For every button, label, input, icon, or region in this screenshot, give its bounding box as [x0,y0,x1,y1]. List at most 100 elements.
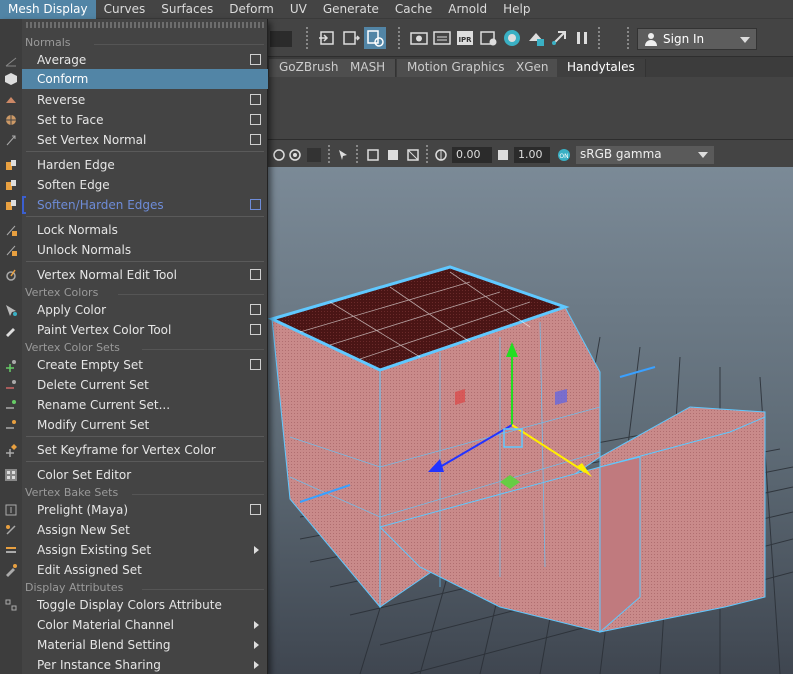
exposure-icon[interactable] [434,148,448,162]
option-box[interactable] [250,94,261,105]
bookmark-icon[interactable] [288,148,302,162]
ipr-icon[interactable]: IPR [456,29,474,47]
item-label: Delete Current Set [37,378,149,392]
menu-item-material-blend-setting[interactable]: Material Blend Setting [22,635,268,655]
item-label: Reverse [37,93,86,107]
menu-item-paint-vertex-color-tool[interactable]: Paint Vertex Color Tool [22,320,268,340]
menu-item-prelight[interactable]: Prelight (Maya) [22,500,268,520]
menu-deform[interactable]: Deform [221,0,282,19]
shelf-tab-motion-graphics[interactable]: Motion Graphics [397,59,516,77]
color-management-icon[interactable]: ON [557,148,571,162]
menu-item-conform[interactable]: Conform [22,69,268,89]
section-label: Vertex Bake Sets [25,486,119,499]
move-tool-icon[interactable] [318,29,336,47]
menu-item-modify-current-set[interactable]: Modify Current Set [22,415,268,435]
menu-generate[interactable]: Generate [315,0,387,19]
menu-tearoff[interactable] [26,22,264,28]
render-view-icon[interactable] [410,29,428,47]
shelf-tab-handytales[interactable]: Handytales [557,59,646,77]
item-label: Color Material Channel [37,618,174,632]
menu-item-set-keyframe-vertex-color[interactable]: Set Keyframe for Vertex Color [22,440,268,460]
menu-item-edit-assigned-set[interactable]: Edit Assigned Set [22,560,268,580]
menu-item-harden-edge[interactable]: Harden Edge [22,155,268,175]
status-field[interactable] [270,31,292,47]
option-box[interactable] [250,269,261,280]
menu-divider [26,151,264,152]
menu-item-color-material-channel[interactable]: Color Material Channel [22,615,268,635]
create-set-icon [6,360,16,372]
option-box[interactable] [250,504,261,515]
vertex-normal-edit-icon [6,269,16,281]
mesh-object[interactable] [267,265,766,634]
snap-icon[interactable] [550,29,568,47]
assign-existing-set-icon [6,547,16,553]
menu-item-set-vertex-normal[interactable]: Set Vertex Normal [22,130,268,150]
menu-item-soften-harden-edges[interactable]: Soften/Harden Edges [22,195,268,215]
shelf-tab-gozbrush[interactable]: GoZBrush [269,59,350,77]
menu-item-set-to-face[interactable]: Set to Face [22,110,268,130]
toolbar-separator [398,27,400,49]
menu-item-average[interactable]: Average [22,50,268,70]
option-box[interactable] [250,359,261,370]
menu-item-delete-current-set[interactable]: Delete Current Set [22,375,268,395]
select-camera-icon[interactable] [336,148,350,162]
menu-cache[interactable]: Cache [387,0,440,19]
menu-item-apply-color[interactable]: Apply Color [22,300,268,320]
menu-curves[interactable]: Curves [96,0,154,19]
option-box[interactable] [250,114,261,125]
item-label: Rename Current Set... [37,398,171,412]
menu-divider [26,461,264,462]
harden-edge-icon [6,160,16,170]
menu-item-assign-existing-set[interactable]: Assign Existing Set [22,540,268,560]
hypershade-icon[interactable] [503,29,521,47]
gamma-field[interactable]: 1.00 [514,147,550,163]
menu-uv[interactable]: UV [282,0,315,19]
menu-mesh-display[interactable]: Mesh Display [0,0,96,19]
menu-item-lock-normals[interactable]: Lock Normals [22,220,268,240]
submenu-arrow-icon [254,641,259,649]
menu-item-rename-current-set[interactable]: Rename Current Set... [22,395,268,415]
menu-item-toggle-display-colors[interactable]: Toggle Display Colors Attribute [22,595,268,615]
sign-in-button[interactable]: Sign In [637,28,757,50]
toolbar-separator [426,145,428,163]
menu-item-reverse[interactable]: Reverse [22,90,268,110]
shelf-tab-xgen[interactable]: XGen [506,59,560,77]
menu-item-per-instance-sharing[interactable]: Per Instance Sharing [22,655,268,674]
submenu-arrow-icon [254,621,259,629]
render-options-icon[interactable] [433,29,451,47]
pause-icon[interactable] [573,29,591,47]
color-space-select[interactable]: sRGB gamma [576,146,714,164]
menu-item-create-empty-set[interactable]: Create Empty Set [22,355,268,375]
menu-help[interactable]: Help [495,0,538,19]
frame-selection-icon[interactable] [386,148,400,162]
frame-all-icon[interactable] [366,148,380,162]
menu-item-assign-new-set[interactable]: Assign New Set [22,520,268,540]
toolbar-separator [328,145,330,163]
render-settings-icon[interactable] [364,27,386,49]
paint-brush-icon [6,328,15,337]
camera-icon[interactable] [272,148,286,162]
section-label: Vertex Colors [25,286,99,299]
submenu-arrow-icon [254,661,259,669]
grid-toggle-icon[interactable] [307,148,321,162]
render-frame-icon[interactable] [342,29,360,47]
conform-normals-icon [5,73,17,85]
menu-surfaces[interactable]: Surfaces [153,0,221,19]
option-box[interactable] [250,54,261,65]
light-editor-icon[interactable] [527,29,545,47]
menu-item-unlock-normals[interactable]: Unlock Normals [22,240,268,260]
option-box[interactable] [250,324,261,335]
option-box[interactable] [250,304,261,315]
render-settings-gear-icon[interactable] [480,29,498,47]
gamma-icon[interactable] [496,148,510,162]
shelf-tab-mash[interactable]: MASH [340,59,397,77]
menu-item-soften-edge[interactable]: Soften Edge [22,175,268,195]
exposure-field[interactable]: 0.00 [452,147,492,163]
option-box[interactable] [250,199,261,210]
menu-item-color-set-editor[interactable]: Color Set Editor [22,465,268,485]
item-label: Harden Edge [37,158,115,172]
xray-icon[interactable] [406,148,420,162]
menu-item-vertex-normal-edit-tool[interactable]: Vertex Normal Edit Tool [22,265,268,285]
option-box[interactable] [250,134,261,145]
menu-arnold[interactable]: Arnold [440,0,495,19]
